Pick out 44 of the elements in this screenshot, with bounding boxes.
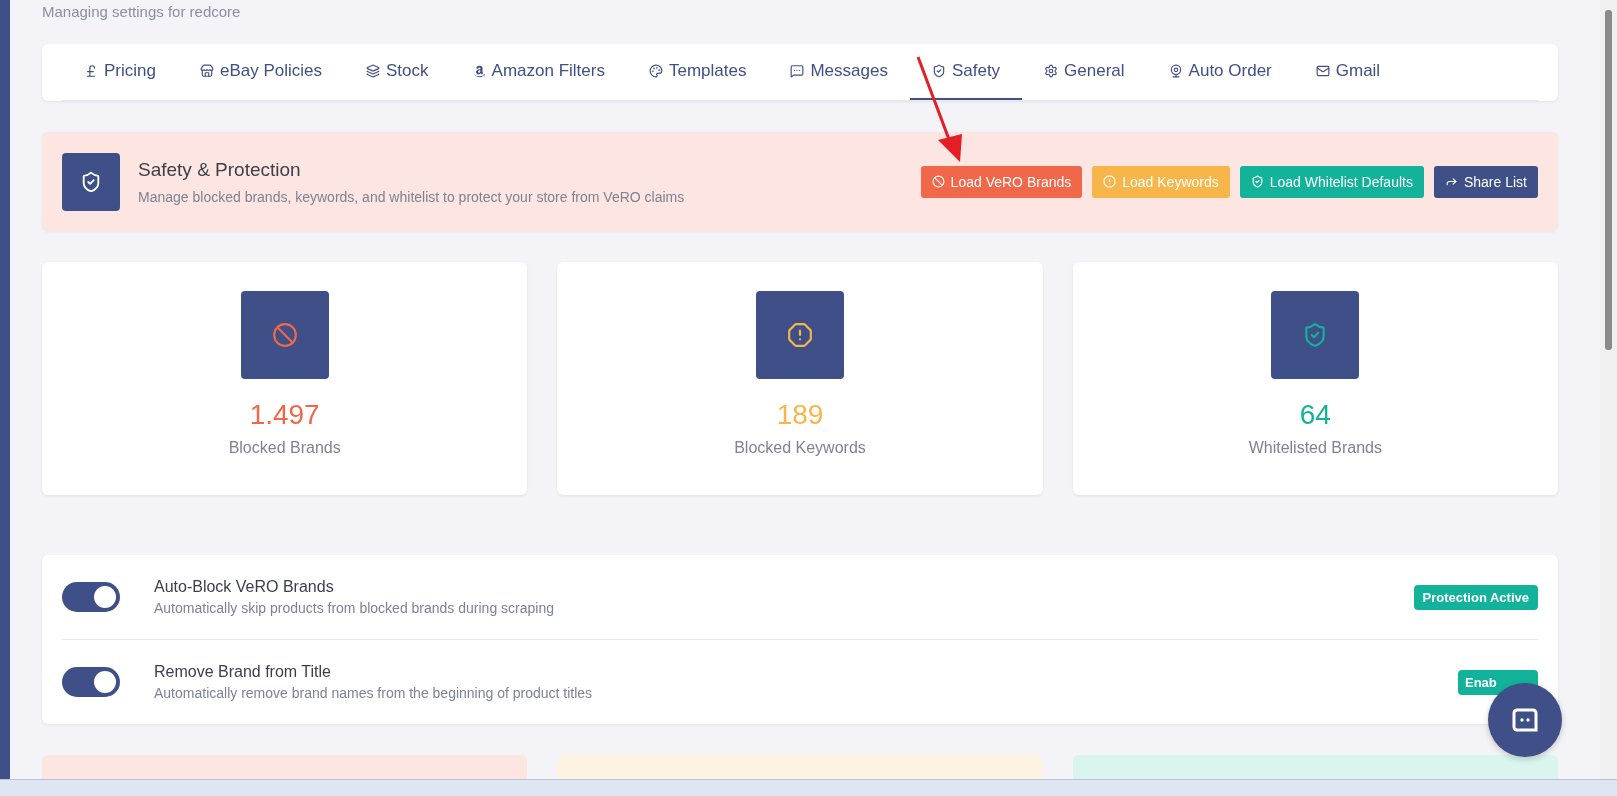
tab[interactable]: Stock bbox=[344, 44, 451, 100]
setting-title: Remove Brand from Title bbox=[154, 663, 332, 681]
shield-icon bbox=[1250, 175, 1264, 188]
page-subtitle: Managing settings for redcore bbox=[42, 3, 241, 21]
chat-icon bbox=[790, 64, 805, 78]
banner-title: Safety & Protection bbox=[138, 158, 302, 181]
tab[interactable]: Pricing bbox=[62, 44, 178, 100]
tab[interactable]: Amazon Filters bbox=[450, 44, 627, 100]
stat-value: 1.497 bbox=[249, 399, 320, 431]
shield-icon bbox=[80, 170, 102, 193]
tab[interactable]: Templates bbox=[626, 44, 769, 100]
action-button[interactable]: Share List bbox=[1433, 165, 1538, 198]
webcam-icon bbox=[1168, 64, 1183, 78]
stat-label: Blocked Brands bbox=[228, 439, 341, 457]
share-icon bbox=[1444, 175, 1458, 188]
scrollbar[interactable] bbox=[1600, 0, 1617, 779]
tab[interactable]: Gmail bbox=[1293, 44, 1403, 100]
ban-icon bbox=[931, 175, 945, 188]
banner-description: Manage blocked brands, keywords, and whitelist to protect your store from VeRO claims bbox=[138, 188, 686, 205]
toggle-switch[interactable] bbox=[62, 667, 120, 697]
tab[interactable]: Safety bbox=[909, 44, 1023, 100]
tab[interactable]: Auto Order bbox=[1146, 44, 1294, 100]
status-badge: Protection Active bbox=[1413, 584, 1538, 610]
setting-description: Automatically remove brand names from the beginning of product titles bbox=[154, 685, 594, 701]
stat-label: Blocked Keywords bbox=[734, 439, 866, 457]
amazon-icon bbox=[472, 64, 486, 78]
setting-description: Automatically skip products from blocked brands during scraping bbox=[154, 600, 555, 616]
store-icon bbox=[199, 64, 214, 78]
chat-bubble-icon bbox=[1511, 707, 1539, 733]
settings-icon bbox=[1044, 64, 1059, 78]
tab[interactable]: Messages bbox=[768, 44, 910, 100]
tab[interactable]: General bbox=[1022, 44, 1147, 100]
pound-icon bbox=[84, 64, 98, 78]
stat-value: 189 bbox=[776, 399, 824, 431]
tab[interactable]: eBay Policies bbox=[177, 44, 345, 100]
stat-label: Whitelisted Brands bbox=[1248, 439, 1382, 457]
toggle-switch[interactable] bbox=[62, 582, 120, 612]
alert-icon bbox=[1103, 175, 1117, 188]
shield-icon bbox=[931, 64, 946, 78]
stat-value: 64 bbox=[1299, 399, 1331, 431]
mail-icon bbox=[1315, 64, 1330, 78]
layers-icon bbox=[366, 64, 381, 78]
palette-icon bbox=[648, 64, 663, 78]
setting-title: Auto-Block VeRO Brands bbox=[154, 578, 335, 596]
